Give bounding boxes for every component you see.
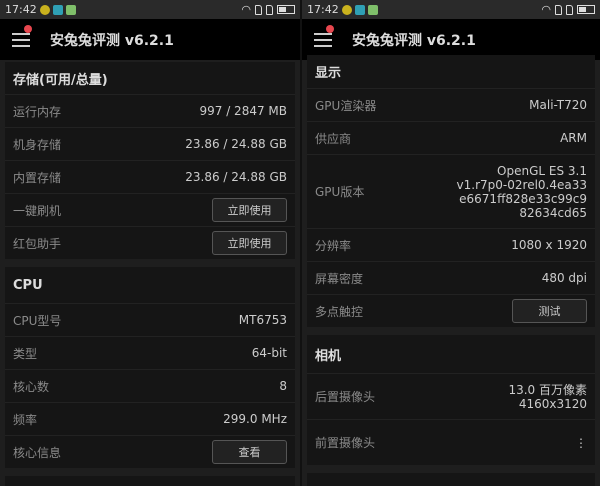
camera-card: 相机 后置摄像头 13.0 百万像素 4160x3120 前置摄像头 ⋮ (307, 335, 595, 465)
sim-icon (555, 4, 562, 15)
battery-icon (277, 5, 295, 14)
card-title: CPU (13, 277, 43, 293)
row-value: 23.86 / 24.88 GB (185, 137, 287, 151)
info-row: 运行内存 997 / 2847 MB (5, 94, 295, 127)
row-value: OpenGL ES 3.1 v1.r7p0-02rel0.4ea33 e6671ff… (457, 164, 587, 220)
status-time: 17:42 (307, 3, 339, 16)
core-info-row: 核心信息 查看 (5, 435, 295, 468)
row-label: 供应商 (315, 131, 352, 146)
app-title: 安兔兔评测 v6.2.1 (50, 32, 174, 49)
card-title: 相机 (315, 348, 342, 364)
info-row: GPU渲染器 Mali-T720 (307, 88, 595, 121)
wifi-icon: ◠ (241, 3, 251, 16)
right-screen: 17:42 ◠ 安兔兔评测 v6.2.1 显示 GPU渲染器 Mali-T720 … (300, 0, 600, 486)
value-line: 13.0 百万像素 (508, 382, 587, 397)
row-label: 频率 (13, 412, 38, 427)
info-row: 核心数 8 (5, 369, 295, 402)
row-value: 480 dpi (541, 271, 587, 285)
info-row: 分辨率 1080 x 1920 (307, 228, 595, 261)
row-label: 内置存储 (13, 170, 62, 185)
app-title: 安兔兔评测 v6.2.1 (352, 32, 476, 49)
next-card (307, 473, 595, 486)
notification-icon (367, 4, 378, 15)
app-bar: 安兔兔评测 v6.2.1 (302, 19, 600, 60)
view-cores-button[interactable]: 查看 (212, 440, 287, 464)
flash-use-button[interactable]: 立即使用 (212, 198, 287, 222)
row-label: 类型 (13, 346, 38, 361)
battery-icon (577, 5, 595, 14)
row-value: ⋮ (575, 435, 587, 450)
notification-icon (52, 4, 63, 15)
info-row: 类型 64-bit (5, 336, 295, 369)
row-label: 核心数 (13, 379, 50, 394)
info-row: 频率 299.0 MHz (5, 402, 295, 435)
left-screen: 17:42 ◠ 安兔兔评测 v6.2.1 存储(可用/总量) 运行内存 997 /… (0, 0, 300, 486)
front-camera-row: 前置摄像头 ⋮ (307, 419, 595, 465)
info-row: 内置存储 23.86 / 24.88 GB (5, 160, 295, 193)
notification-icon (39, 4, 50, 15)
row-value: ARM (560, 131, 587, 145)
flash-row: 一键刷机 立即使用 (5, 193, 295, 226)
storage-card: 存储(可用/总量) 运行内存 997 / 2847 MB 机身存储 23.86 / … (5, 62, 295, 259)
menu-icon[interactable] (314, 32, 332, 47)
row-label: CPU型号 (13, 313, 62, 328)
sim-icon (266, 4, 273, 15)
status-bar: 17:42 ◠ (0, 0, 300, 19)
row-label: GPU渲染器 (315, 98, 377, 113)
touch-test-button[interactable]: 测试 (512, 299, 587, 323)
touch-row: 多点触控 测试 (307, 294, 595, 327)
row-value: 13.0 百万像素 4160x3120 (508, 383, 587, 411)
row-label: 后置摄像头 (315, 390, 376, 404)
notification-icon (354, 4, 365, 15)
gpu-version-row: GPU版本 OpenGL ES 3.1 v1.r7p0-02rel0.4ea33 e… (307, 154, 595, 228)
row-value: Mali-T720 (529, 98, 587, 112)
row-label: GPU版本 (315, 185, 365, 199)
row-value: 997 / 2847 MB (199, 104, 287, 118)
value-line: OpenGL ES 3.1 (497, 163, 587, 178)
card-title: 存储(可用/总量) (13, 72, 108, 88)
info-row: 机身存储 23.86 / 24.88 GB (5, 127, 295, 160)
notification-dot (326, 25, 334, 33)
menu-icon[interactable] (12, 32, 30, 47)
info-row: CPU型号 MT6753 (5, 303, 295, 336)
row-label: 前置摄像头 (315, 436, 376, 450)
row-value: 299.0 MHz (223, 412, 287, 426)
status-bar: 17:42 ◠ (302, 0, 600, 19)
notification-icon (65, 4, 76, 15)
row-label: 核心信息 (13, 445, 62, 460)
redpacket-use-button[interactable]: 立即使用 (212, 231, 287, 255)
wifi-icon: ◠ (541, 3, 551, 16)
row-value: 23.86 / 24.88 GB (185, 170, 287, 184)
status-time: 17:42 (5, 3, 37, 16)
row-label: 红包助手 (13, 236, 62, 251)
row-label: 运行内存 (13, 104, 62, 119)
redpacket-row: 红包助手 立即使用 (5, 226, 295, 259)
row-label: 机身存储 (13, 137, 62, 152)
sim-icon (255, 4, 262, 15)
row-value: MT6753 (238, 313, 287, 327)
row-value: 1080 x 1920 (511, 238, 587, 252)
rear-camera-row: 后置摄像头 13.0 百万像素 4160x3120 (307, 373, 595, 419)
card-title: 显示 (315, 66, 342, 81)
value-line: e6671ff828e33c99c9 (459, 191, 587, 206)
row-label: 多点触控 (315, 304, 364, 319)
row-label: 一键刷机 (13, 203, 62, 218)
info-row: 供应商 ARM (307, 121, 595, 154)
next-card (5, 476, 295, 486)
row-value: 8 (279, 379, 287, 393)
row-label: 屏幕密度 (315, 271, 364, 286)
value-line: 4160x3120 (518, 396, 587, 411)
notification-icon (341, 4, 352, 15)
value-line: v1.r7p0-02rel0.4ea33 (456, 177, 587, 192)
row-value: 64-bit (251, 346, 287, 360)
cpu-card: CPU CPU型号 MT6753 类型 64-bit 核心数 8 频率 299.0 MH… (5, 267, 295, 468)
app-bar: 安兔兔评测 v6.2.1 (0, 19, 300, 60)
notification-dot (24, 25, 32, 33)
display-card: 显示 GPU渲染器 Mali-T720 供应商 ARM GPU版本 OpenGL E… (307, 55, 595, 327)
sim-icon (566, 4, 573, 15)
info-row: 屏幕密度 480 dpi (307, 261, 595, 294)
value-line: 82634cd65 (519, 205, 587, 220)
row-label: 分辨率 (315, 238, 352, 253)
